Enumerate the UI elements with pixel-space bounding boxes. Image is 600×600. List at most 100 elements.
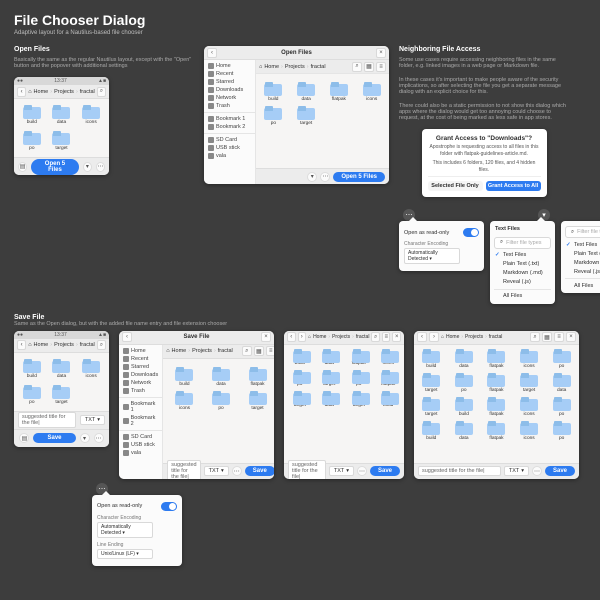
folder-item[interactable]: data — [451, 349, 478, 369]
folder-item[interactable]: target — [418, 397, 445, 417]
ext-dropdown[interactable]: TXT ▾ — [329, 466, 354, 476]
back-button[interactable]: ‹ — [122, 332, 132, 342]
sidebar-item-bookmark[interactable]: Bookmark 1 — [204, 112, 255, 123]
folder-item[interactable]: po — [18, 385, 46, 405]
filter-item[interactable]: Plain Text (.txt) — [561, 249, 600, 258]
encoding-dropdown[interactable]: Automatically Detected ▾ — [404, 248, 460, 264]
folder-item[interactable]: target — [347, 391, 371, 408]
folder-item[interactable]: icons — [516, 349, 543, 369]
save-button[interactable]: Save — [245, 466, 274, 476]
sidebar-item-sdcard[interactable]: SD Card — [204, 133, 255, 144]
folder-item[interactable]: po — [548, 421, 575, 441]
selected-only-button[interactable]: Selected File Only — [428, 181, 483, 191]
sidebar-item-home[interactable]: Home — [204, 62, 255, 70]
sidebar-item[interactable]: USB stick — [119, 441, 162, 449]
sidebar-item[interactable]: SD Card — [119, 430, 162, 441]
grant-all-button[interactable]: Grant Access to All — [486, 181, 541, 191]
filter-all[interactable]: All Files — [561, 281, 600, 290]
sidebar-toggle-icon[interactable]: ▤ — [18, 162, 27, 172]
save-button[interactable]: Save — [545, 466, 575, 476]
sidebar-item-recent[interactable]: Recent — [204, 70, 255, 78]
folder-item[interactable]: data — [451, 421, 478, 441]
folder-item[interactable]: icons — [377, 349, 401, 366]
sidebar-item-network[interactable]: Network — [204, 94, 255, 102]
folder-item[interactable]: icons — [77, 105, 105, 125]
folder-item[interactable]: data — [48, 359, 76, 379]
folder-item[interactable]: target — [240, 391, 274, 411]
folder-item[interactable]: po — [451, 373, 478, 393]
options-icon[interactable]: ⋯ — [232, 466, 242, 476]
options-icon[interactable]: ⋯ — [320, 172, 330, 182]
close-icon[interactable]: × — [261, 332, 271, 342]
folder-item[interactable]: data — [548, 373, 575, 393]
search-icon[interactable]: ⌕ — [97, 340, 106, 350]
options-icon[interactable]: ⋯ — [94, 433, 104, 443]
folder-item[interactable]: po — [347, 370, 371, 387]
sidebar-item[interactable]: Bookmark 2 — [119, 414, 162, 428]
folder-item[interactable]: flatpak — [483, 373, 510, 393]
sidebar-item-usb[interactable]: USB stick — [204, 144, 255, 152]
folder-item[interactable]: target — [318, 370, 342, 387]
folder-item[interactable]: po — [288, 370, 312, 387]
search-icon[interactable]: ⌕ — [97, 87, 106, 97]
filename-input[interactable]: suggested title for the file| — [18, 412, 76, 428]
filter-all[interactable]: All Files — [490, 292, 555, 301]
folder-item[interactable]: data — [318, 391, 342, 408]
back-button[interactable]: ‹ — [17, 340, 26, 350]
folder-item[interactable]: po — [204, 391, 239, 411]
filename-input[interactable]: suggested title for the file| — [418, 466, 501, 476]
view-icon[interactable]: ▦ — [254, 346, 264, 356]
folder-item[interactable]: build — [418, 349, 445, 369]
forward-button[interactable]: › — [298, 332, 307, 342]
folder-item[interactable]: data — [293, 82, 320, 102]
close-icon[interactable]: × — [392, 332, 401, 342]
encoding-dropdown[interactable]: Automatically Detected ▾ — [97, 522, 153, 538]
search-icon[interactable]: ⌕ — [530, 332, 540, 342]
folder-item[interactable]: icons — [516, 421, 543, 441]
sidebar-item[interactable]: Downloads — [119, 371, 162, 379]
ext-dropdown[interactable]: TXT ▾ — [204, 466, 229, 476]
folder-item[interactable]: po — [260, 106, 287, 126]
breadcrumb[interactable]: ⌂Home›Projects›fractal — [28, 89, 95, 95]
folder-item[interactable]: target — [48, 131, 76, 151]
menu-icon[interactable]: ≡ — [382, 332, 391, 342]
back-button[interactable]: ‹ — [207, 48, 217, 58]
filename-input[interactable]: suggested title for the file| — [167, 460, 200, 479]
filter-item[interactable]: Reveal (.js) — [490, 278, 555, 287]
menu-icon[interactable]: ≡ — [554, 332, 564, 342]
filter-item[interactable]: Markdown (.md) — [561, 258, 600, 267]
save-button[interactable]: Save — [370, 466, 400, 476]
sidebar-item[interactable]: Bookmark 1 — [119, 397, 162, 414]
folder-item[interactable]: flatpak — [483, 349, 510, 369]
folder-item[interactable]: po — [548, 349, 575, 369]
forward-button[interactable]: › — [429, 332, 439, 342]
breadcrumb[interactable]: ⌂Home›Projects›fractal — [166, 348, 240, 354]
search-icon[interactable]: ⌕ — [371, 332, 380, 342]
filter-item[interactable]: Plain Text (.txt) — [490, 260, 555, 269]
folder-item[interactable]: flatpak — [326, 82, 353, 102]
options-icon[interactable]: ⋯ — [357, 466, 367, 476]
folder-item[interactable]: flatpak — [347, 349, 371, 366]
folder-item[interactable]: build — [377, 391, 401, 408]
options-icon[interactable]: ⋯ — [532, 466, 542, 476]
folder-item[interactable]: build — [18, 359, 46, 379]
folder-item[interactable]: po — [18, 131, 46, 151]
folder-item[interactable]: target — [288, 391, 312, 408]
filter-item[interactable]: Reveal (.js) — [561, 267, 600, 276]
view-icon[interactable]: ▦ — [364, 62, 374, 72]
ext-dropdown[interactable]: TXT ▾ — [80, 415, 105, 425]
folder-item[interactable]: build — [18, 105, 46, 125]
filter-icon[interactable]: ▾ — [80, 433, 90, 443]
filename-input[interactable]: suggested title for the file| — [288, 460, 326, 479]
folder-item[interactable]: flatpak — [483, 397, 510, 417]
sidebar-item[interactable]: vala — [119, 449, 162, 457]
search-icon[interactable]: ⌕ — [242, 346, 252, 356]
folder-item[interactable]: build — [418, 421, 445, 441]
menu-icon[interactable]: ≡ — [266, 346, 274, 356]
breadcrumb[interactable]: ⌂Home›Projects›fractal — [308, 334, 369, 340]
sidebar-toggle-icon[interactable]: ▤ — [19, 433, 29, 443]
readonly-toggle[interactable] — [161, 502, 177, 511]
sidebar-item-trash[interactable]: Trash — [204, 102, 255, 110]
folder-item[interactable]: target — [48, 385, 76, 405]
sidebar-item-bookmark[interactable]: Bookmark 2 — [204, 123, 255, 131]
